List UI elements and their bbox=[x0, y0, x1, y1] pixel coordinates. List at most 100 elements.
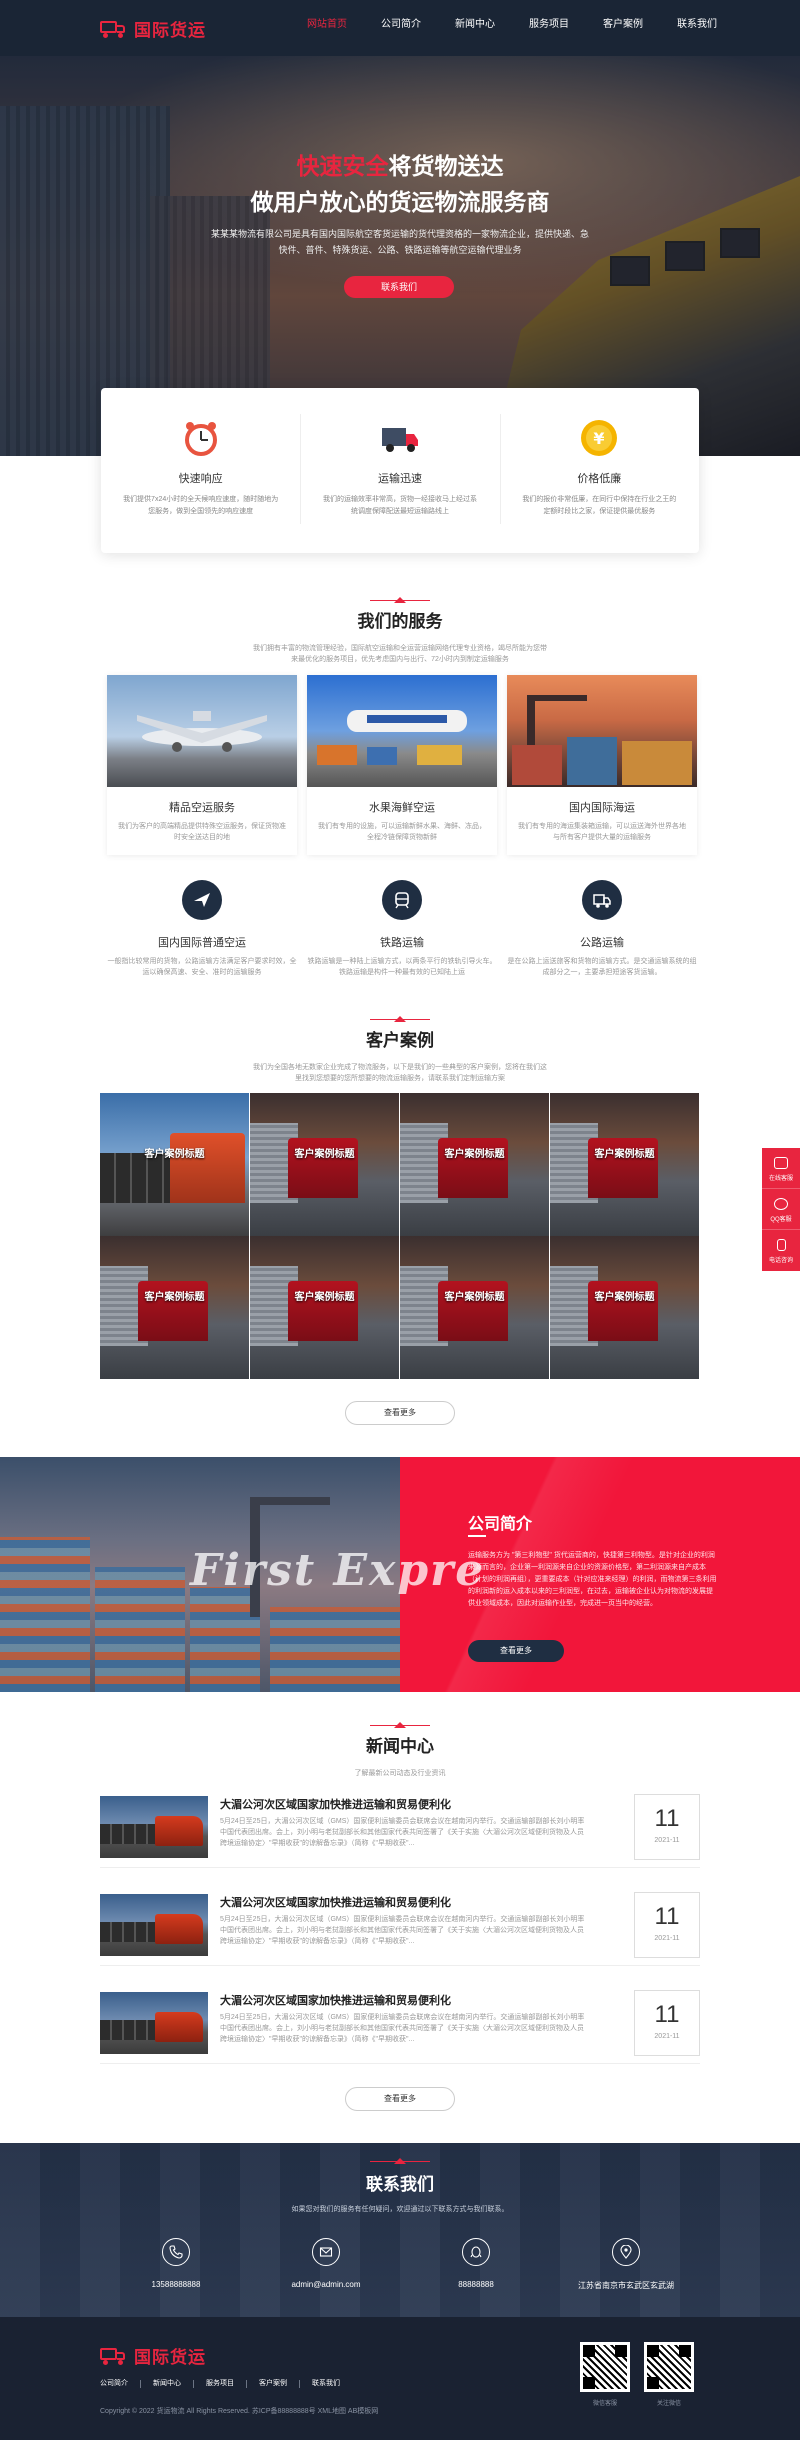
case-item[interactable]: 客户案例标题 bbox=[250, 1236, 399, 1379]
side-label: 电话咨询 bbox=[768, 1258, 793, 1264]
contact-subtitle: 如果您对我们的服务有任何疑问，欢迎通过以下联系方式与我们联系。 bbox=[291, 2206, 509, 2213]
contact-email[interactable]: admin@admin.com bbox=[246, 2238, 406, 2289]
service-item-desc: 是在公路上运送旅客和货物的运输方式。是交通运输系统的组成部分之一，主要承担短途客… bbox=[507, 958, 697, 976]
case-item[interactable]: 客户案例标题 bbox=[100, 1093, 249, 1236]
news-item[interactable]: 大湄公河次区域国家加快推进运输和贸易便利化 5月24日至25日，大湄公河次区域（… bbox=[100, 1886, 700, 1966]
feature-desc: 我们的报价非常低廉，在同行中保持在行业之王的定额时段比之家，保证提供最优服务 bbox=[522, 496, 677, 515]
footer-link-contact[interactable]: 联系我们 bbox=[312, 2380, 352, 2388]
feature-title: 快速响应 bbox=[178, 473, 223, 485]
side-float-bar: 在线客服 QQ客服 电话咨询 bbox=[762, 1148, 800, 1271]
service-item-road[interactable]: 公路运输 是在公路上运送旅客和货物的运输方式。是交通运输系统的组成部分之一，主要… bbox=[507, 880, 697, 978]
alarm-clock-icon bbox=[181, 418, 221, 458]
news-item-desc: 5月24日至25日，大湄公河次区域（GMS）国家便利运输委员会联席会议在越南河内… bbox=[220, 2014, 585, 2043]
service-card-air[interactable]: 精品空运服务 我们为客户的高端精品提供特殊空运服务，保证货物准时安全送达目的地 bbox=[107, 675, 297, 855]
footer-brand-name: 国际货运 bbox=[134, 2348, 206, 2367]
airplane-image bbox=[107, 675, 297, 787]
wechat-follow-qr-code bbox=[644, 2342, 694, 2392]
service-desc: 我们有专用的设施，可以运输新鲜水果、海鲜、冻品，全程冷链保障货物新鲜 bbox=[318, 823, 486, 841]
feature-fast-response: 快速响应 我们提供7x24小时的全天候响应速度，随时随地为您服务，做到全国领先的… bbox=[101, 388, 300, 553]
nav-item-news[interactable]: 新闻中心 bbox=[438, 0, 512, 56]
feature-desc: 我们提供7x24小时的全天候响应速度，随时随地为您服务，做到全国领先的响应速度 bbox=[123, 496, 279, 515]
news-item-desc: 5月24日至25日，大湄公河次区域（GMS）国家便利运输委员会联席会议在越南河内… bbox=[220, 1818, 585, 1847]
cases-title: 客户案例 bbox=[366, 1031, 434, 1050]
service-item-railway[interactable]: 铁路运输 铁路运输是一种陆上运输方式，以两条平行的铁轨引导火车。铁路运输是构件一… bbox=[307, 880, 497, 978]
contact-address[interactable]: 江苏省南京市玄武区玄武湖 bbox=[546, 2238, 706, 2291]
news-item-title[interactable]: 大湄公河次区域国家加快推进运输和贸易便利化 bbox=[220, 1894, 451, 1910]
case-label: 客户案例标题 bbox=[294, 1292, 355, 1303]
truck-logo-icon bbox=[100, 2347, 126, 2365]
about-script-text: First Expre bbox=[190, 1545, 486, 1596]
news-date: 11 2021-11 bbox=[634, 1990, 700, 2056]
mail-icon bbox=[312, 2238, 340, 2266]
phone-icon bbox=[776, 1239, 786, 1251]
footer-link-about[interactable]: 公司简介 bbox=[100, 2380, 141, 2388]
footer-link-services[interactable]: 服务项目 bbox=[206, 2380, 247, 2388]
service-item-title: 公路运输 bbox=[580, 937, 624, 949]
service-title: 国内国际海运 bbox=[569, 802, 635, 814]
cases-more-button[interactable]: 查看更多 bbox=[345, 1401, 455, 1425]
service-card-sea[interactable]: 国内国际海运 我们有专用的海运集装箱运输，可以运送海外世界各地与所有客户提供大量… bbox=[507, 675, 697, 855]
service-title: 精品空运服务 bbox=[169, 802, 235, 814]
side-online-service[interactable]: 在线客服 bbox=[762, 1148, 800, 1189]
yen-coin-icon: ¥ bbox=[579, 418, 619, 458]
nav-item-about[interactable]: 公司简介 bbox=[364, 0, 438, 56]
footer-links: 公司简介 新闻中心 服务项目 客户案例 联系我们 bbox=[100, 2380, 364, 2388]
hero-contact-button[interactable]: 联系我们 bbox=[344, 276, 454, 298]
feature-title: 运输迅速 bbox=[377, 473, 422, 485]
news-date: 11 2021-11 bbox=[634, 1794, 700, 1860]
service-desc: 我们有专用的海运集装箱运输，可以运送海外世界各地与所有客户提供大量的运输服务 bbox=[518, 823, 686, 841]
news-item-title[interactable]: 大湄公河次区域国家加快推进运输和贸易便利化 bbox=[220, 1992, 451, 2008]
news-item[interactable]: 大湄公河次区域国家加快推进运输和贸易便利化 5月24日至25日，大湄公河次区域（… bbox=[100, 1984, 700, 2064]
location-icon bbox=[612, 2238, 640, 2266]
delivery-truck-icon bbox=[380, 418, 420, 458]
port-containers-image bbox=[507, 675, 697, 787]
case-label: 客户案例标题 bbox=[444, 1149, 505, 1160]
service-card-fresh[interactable]: 水果海鲜空运 我们有专用的设施，可以运输新鲜水果、海鲜、冻品，全程冷链保障货物新… bbox=[307, 675, 497, 855]
copyright: Copyright © 2022 货运物流 All Rights Reserve… bbox=[100, 2408, 379, 2415]
service-item-title: 国内国际普通空运 bbox=[158, 937, 246, 949]
case-item[interactable]: 客户案例标题 bbox=[100, 1236, 249, 1379]
truck-icon bbox=[582, 880, 622, 920]
qr-label: 微信客服 bbox=[592, 2401, 617, 2407]
case-label: 客户案例标题 bbox=[594, 1149, 655, 1160]
site-logo[interactable]: 国际货运 bbox=[100, 16, 206, 41]
phone-icon bbox=[162, 2238, 190, 2266]
news-item[interactable]: 大湄公河次区域国家加快推进运输和贸易便利化 5月24日至25日，大湄公河次区域（… bbox=[100, 1788, 700, 1868]
cargo-plane-image bbox=[307, 675, 497, 787]
feature-title: 价格低廉 bbox=[577, 473, 622, 485]
case-label: 客户案例标题 bbox=[444, 1292, 505, 1303]
case-item[interactable]: 客户案例标题 bbox=[550, 1236, 699, 1379]
contact-value: 13588888888 bbox=[151, 2280, 201, 2289]
case-item[interactable]: 客户案例标题 bbox=[400, 1236, 549, 1379]
site-header: 国际货运 网站首页 公司简介 新闻中心 服务项目 客户案例 联系我们 bbox=[0, 0, 800, 56]
news-item-title[interactable]: 大湄公河次区域国家加快推进运输和贸易便利化 bbox=[220, 1796, 451, 1812]
footer-link-cases[interactable]: 客户案例 bbox=[259, 2380, 300, 2388]
main-nav: 网站首页 公司简介 新闻中心 服务项目 客户案例 联系我们 bbox=[290, 0, 734, 56]
service-title: 水果海鲜空运 bbox=[369, 802, 435, 814]
service-item-title: 铁路运输 bbox=[380, 937, 424, 949]
contact-phone[interactable]: 13588888888 bbox=[96, 2238, 256, 2289]
side-phone[interactable]: 电话咨询 bbox=[762, 1230, 800, 1271]
qq-icon bbox=[774, 1198, 788, 1210]
nav-item-home[interactable]: 网站首页 bbox=[290, 0, 364, 56]
side-qq-service[interactable]: QQ客服 bbox=[762, 1189, 800, 1230]
nav-item-cases[interactable]: 客户案例 bbox=[586, 0, 660, 56]
services-heading: 我们的服务 bbox=[0, 597, 800, 632]
footer-link-news[interactable]: 新闻中心 bbox=[153, 2380, 194, 2388]
news-more-button[interactable]: 查看更多 bbox=[345, 2087, 455, 2111]
about-more-button[interactable]: 查看更多 bbox=[468, 1640, 564, 1662]
case-item[interactable]: 客户案例标题 bbox=[250, 1093, 399, 1236]
news-date: 11 2021-11 bbox=[634, 1892, 700, 1958]
chat-icon bbox=[774, 1157, 788, 1169]
footer-logo[interactable]: 国际货运 bbox=[100, 2343, 206, 2368]
case-label: 客户案例标题 bbox=[144, 1292, 205, 1303]
contact-value: admin@admin.com bbox=[291, 2280, 361, 2289]
feature-desc: 我们的运输效率非常高，货物一经接收马上经过系统调度保障配送最短运输路线上 bbox=[322, 496, 477, 515]
nav-item-contact[interactable]: 联系我们 bbox=[660, 0, 734, 56]
nav-item-services[interactable]: 服务项目 bbox=[512, 0, 586, 56]
case-item[interactable]: 客户案例标题 bbox=[550, 1093, 699, 1236]
service-item-air-freight[interactable]: 国内国际普通空运 一般指比较常用的货物，公路运输方法满足客户要求时效，全运以确保… bbox=[107, 880, 297, 978]
case-item[interactable]: 客户案例标题 bbox=[400, 1093, 549, 1236]
contact-qq[interactable]: 88888888 bbox=[396, 2238, 556, 2289]
feature-fast-transport: 运输迅速 我们的运输效率非常高，货物一经接收马上经过系统调度保障配送最短运输路线… bbox=[300, 388, 499, 553]
